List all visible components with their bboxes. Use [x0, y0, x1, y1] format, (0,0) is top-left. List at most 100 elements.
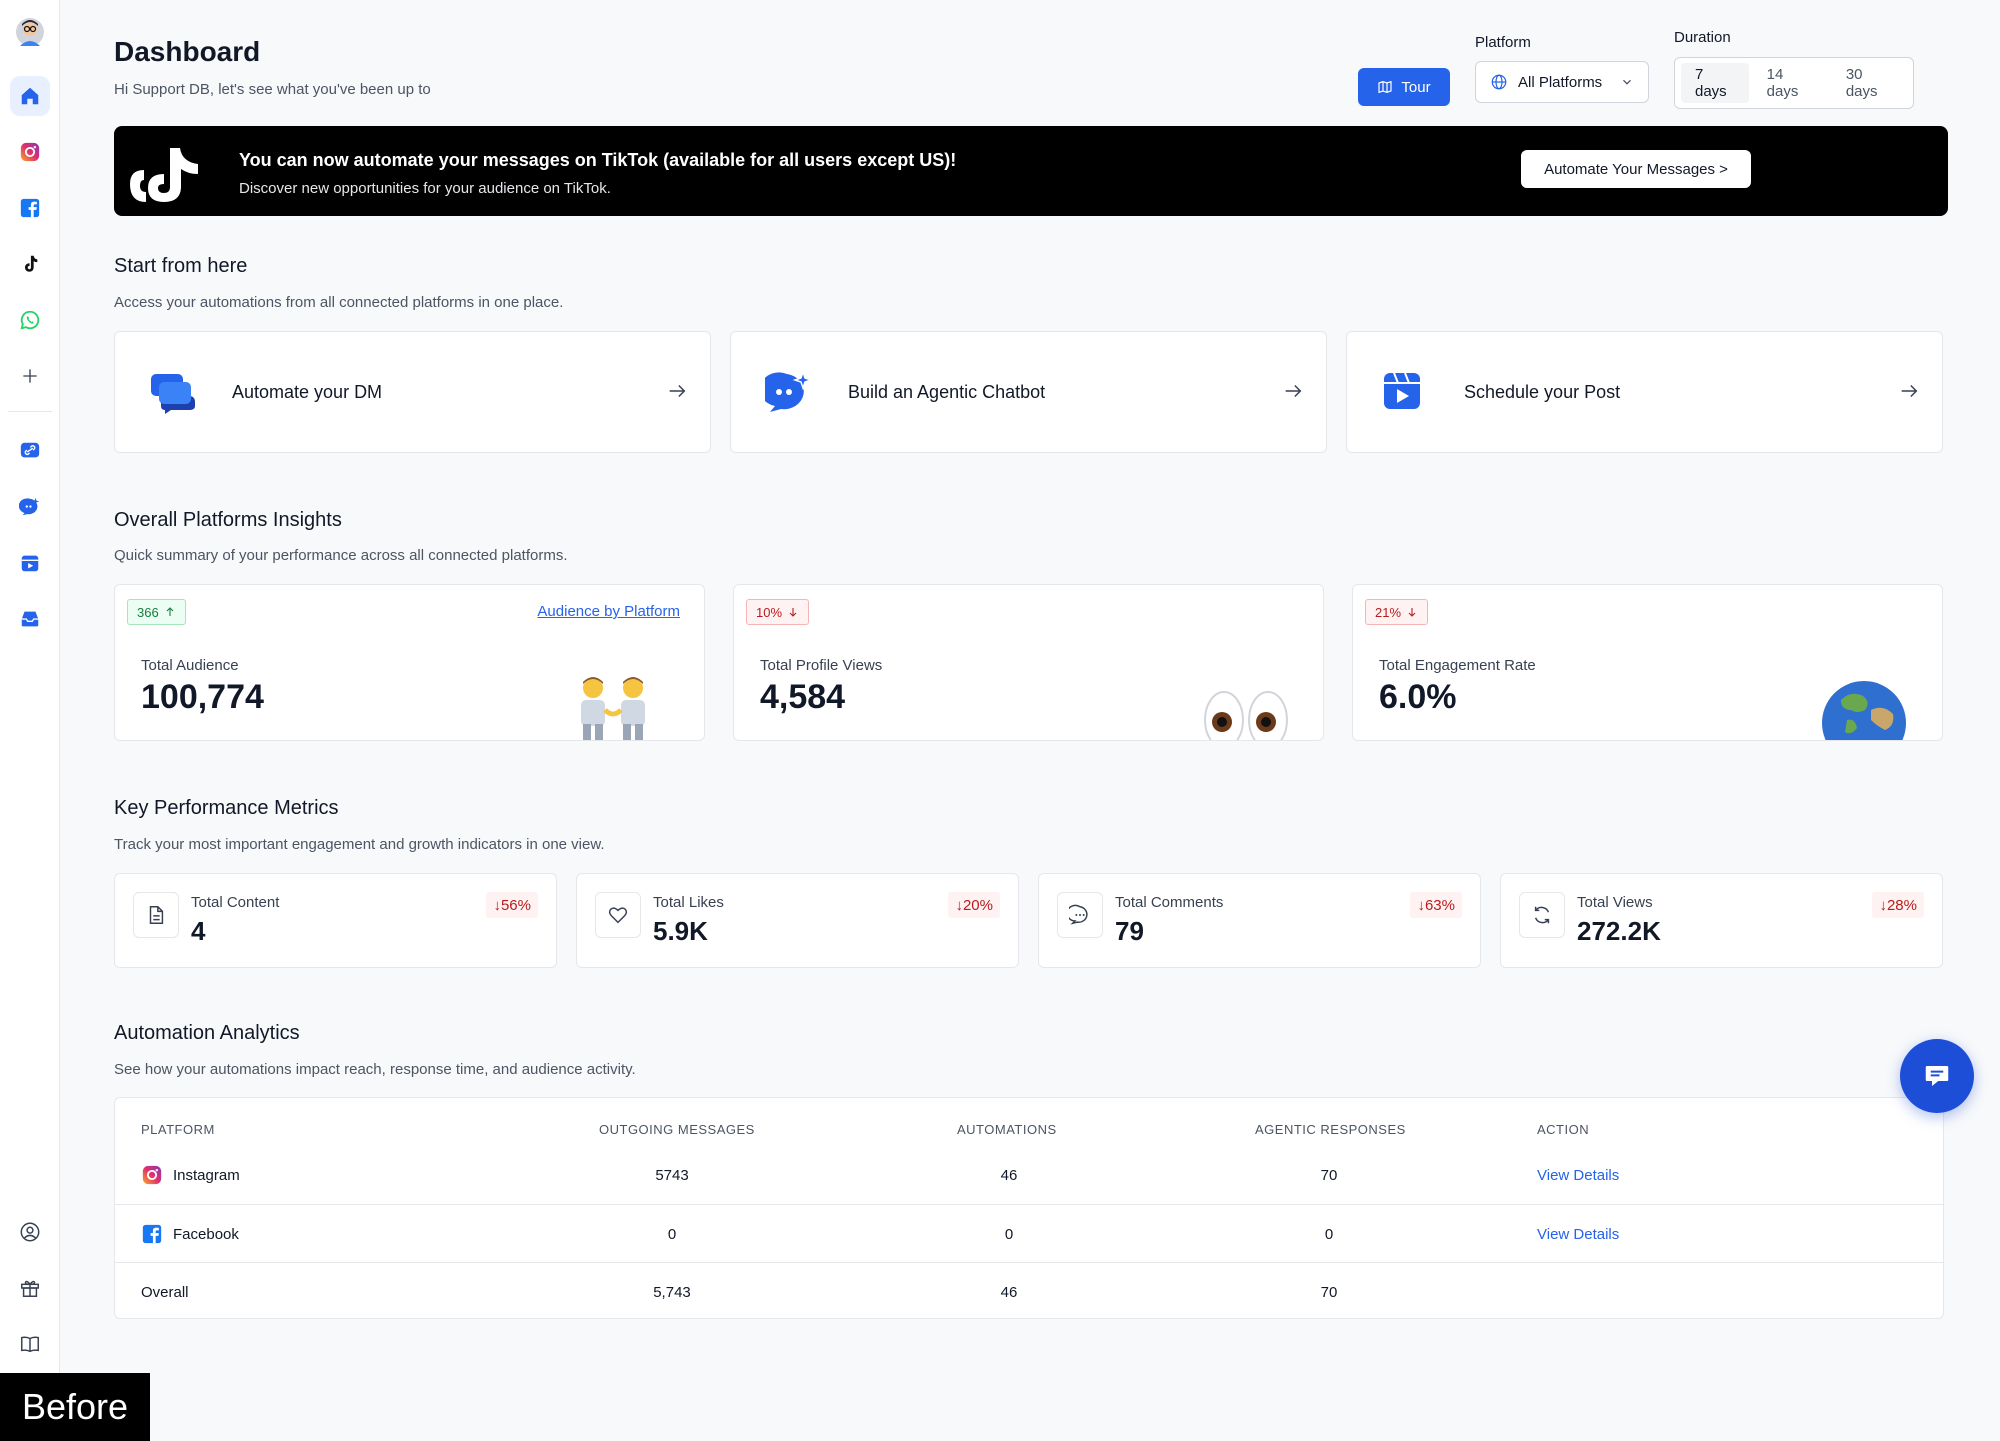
schedule-post-label: Schedule your Post [1464, 382, 1621, 402]
inbox-icon[interactable] [10, 599, 50, 639]
user-icon[interactable] [10, 1212, 50, 1252]
kpi-total-comments-value: 79 [1115, 916, 1144, 946]
total-audience-label: Total Audience [141, 657, 239, 674]
automate-dm-label: Automate your DM [232, 382, 383, 402]
view-details-link[interactable]: View Details [1537, 1205, 1619, 1263]
profile-views-value: 4,584 [760, 678, 846, 716]
kpi-section-title: Key Performance Metrics [114, 797, 339, 819]
chatbot-sparkle-icon [765, 370, 813, 412]
duration-14-days[interactable]: 14 days [1753, 63, 1828, 103]
duration-toggle: 7 days 14 days 30 days [1674, 57, 1914, 109]
total-audience-card: 366 Audience by Platform Total Audience … [114, 584, 705, 741]
kpi-section-subtitle: Track your most important engagement and… [114, 836, 605, 853]
chatbot-icon[interactable] [10, 487, 50, 527]
total-audience-value: 100,774 [141, 678, 264, 716]
kpi-icon-box [1519, 892, 1565, 938]
kpi-total-content-value: 4 [191, 916, 206, 946]
calendar-icon[interactable] [10, 543, 50, 583]
tiktok-banner: You can now automate your messages on Ti… [114, 126, 1948, 216]
insights-section-subtitle: Quick summary of your performance across… [114, 547, 568, 564]
analytics-section-subtitle: See how your automations impact reach, r… [114, 1061, 636, 1078]
kpi-total-likes-card: Total Likes 5.9K ↓20% [576, 873, 1019, 968]
kpi-total-comments-card: Total Comments 79 ↓63% [1038, 873, 1481, 968]
dm-chat-icon [151, 374, 195, 414]
duration-30-days[interactable]: 30 days [1832, 63, 1907, 103]
link-icon[interactable] [10, 431, 50, 471]
kpi-total-views-card: Total Views 272.2K ↓28% [1500, 873, 1943, 968]
view-details-link[interactable]: View Details [1537, 1146, 1619, 1204]
profile-views-change-value: 10% [756, 604, 783, 620]
arrow-right-icon [1285, 384, 1302, 398]
kpi-total-comments-change: ↓63% [1410, 892, 1462, 918]
outgoing-cell: 0 [667, 1225, 677, 1243]
platform-value: All Platforms [1518, 73, 1603, 91]
kpi-total-likes-label: Total Likes [653, 894, 724, 911]
col-agentic-responses: AGENTIC RESPONSES [1255, 1122, 1406, 1137]
schedule-post-card[interactable]: Schedule your Post [1346, 331, 1943, 453]
main-content: Dashboard Hi Support DB, let's see what … [60, 0, 2000, 1441]
engagement-change-badge: 21% [1365, 599, 1429, 625]
automate-messages-button[interactable]: Automate Your Messages > [1521, 150, 1751, 188]
agentic-cell: 0 [1324, 1225, 1334, 1243]
home-icon[interactable] [10, 76, 50, 116]
start-section-title: Start from here [114, 255, 248, 277]
tiktok-icon[interactable] [10, 244, 50, 284]
whatsapp-icon[interactable] [10, 300, 50, 340]
banner-title: You can now automate your messages on Ti… [239, 150, 957, 170]
before-label: Before [0, 1373, 150, 1441]
col-platform: PLATFORM [141, 1122, 215, 1137]
tour-button[interactable]: Tour [1358, 68, 1450, 106]
plus-icon[interactable] [10, 356, 50, 396]
kpi-total-views-change: ↓28% [1872, 892, 1924, 918]
table-row: Instagram 5743 46 70 View Details [115, 1146, 1943, 1204]
instagram-icon [142, 1165, 162, 1185]
arrow-down-icon [789, 608, 797, 617]
automate-dm-card[interactable]: Automate your DM [114, 331, 711, 453]
sidebar-divider [8, 411, 52, 412]
profile-views-card: 10% Total Profile Views 4,584 [733, 584, 1324, 741]
arrow-down-icon [1408, 608, 1416, 617]
automation-analytics-table: PLATFORM OUTGOING MESSAGES AUTOMATIONS A… [114, 1097, 1944, 1319]
refresh-icon [1534, 906, 1550, 924]
chat-bubble-icon [1925, 1066, 1949, 1086]
table-row-total: Overall 5,743 46 70 [115, 1262, 1943, 1318]
book-icon[interactable] [10, 1324, 50, 1364]
kpi-icon-box [595, 892, 641, 938]
engagement-change-value: 21% [1375, 604, 1402, 620]
brand-avatar-icon[interactable] [10, 12, 50, 52]
tiktok-logo-icon [130, 148, 198, 202]
duration-7-days[interactable]: 7 days [1681, 63, 1749, 103]
document-icon [149, 906, 164, 924]
duration-label: Duration [1674, 29, 1731, 46]
map-icon [1378, 80, 1393, 94]
start-section-subtitle: Access your automations from all connect… [114, 294, 564, 311]
platform-select[interactable]: All Platforms [1475, 61, 1649, 103]
platform-cell: Instagram [141, 1146, 240, 1204]
heart-icon [608, 907, 628, 924]
agentic-chatbot-card[interactable]: Build an Agentic Chatbot [730, 331, 1327, 453]
chat-support-button[interactable] [1900, 1039, 1974, 1113]
profile-views-label: Total Profile Views [760, 657, 883, 674]
platform-cell: Facebook [141, 1205, 239, 1263]
platform-name: Overall [141, 1283, 189, 1301]
sidebar [0, 0, 60, 1441]
automations-cell: 46 [1000, 1283, 1018, 1301]
people-holding-hands-icon [581, 677, 645, 740]
eyes-icon [1204, 691, 1288, 740]
platform-name: Instagram [173, 1166, 240, 1184]
gift-icon[interactable] [10, 1268, 50, 1308]
outgoing-cell: 5,743 [653, 1283, 691, 1301]
kpi-total-content-card: Total Content 4 ↓56% [114, 873, 557, 968]
instagram-icon[interactable] [10, 132, 50, 172]
platform-label: Platform [1475, 34, 1531, 51]
facebook-icon[interactable] [10, 188, 50, 228]
col-outgoing-messages: OUTGOING MESSAGES [599, 1122, 755, 1137]
kpi-total-comments-label: Total Comments [1115, 894, 1224, 911]
agentic-chatbot-label: Build an Agentic Chatbot [848, 382, 1046, 402]
col-action: ACTION [1537, 1122, 1590, 1137]
audience-by-platform-link[interactable]: Audience by Platform [537, 603, 680, 620]
chevron-down-icon [1623, 79, 1631, 85]
automations-cell: 0 [1004, 1225, 1014, 1243]
schedule-video-icon [1384, 372, 1420, 409]
kpi-icon-box [1057, 892, 1103, 938]
